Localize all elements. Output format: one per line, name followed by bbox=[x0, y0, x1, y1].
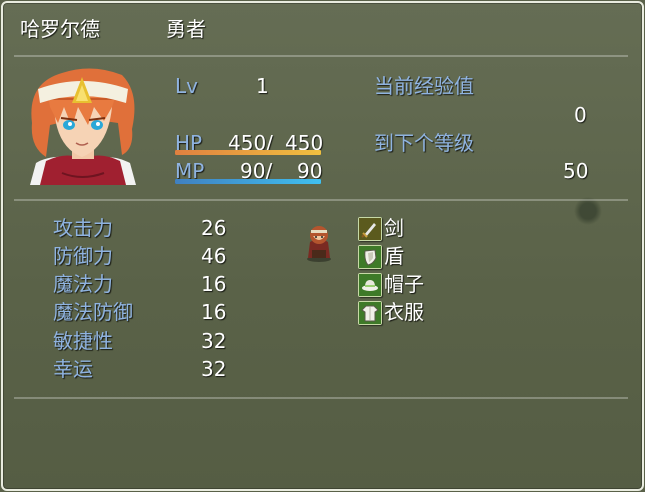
actor-class: 勇者 bbox=[166, 17, 206, 41]
sword-icon bbox=[358, 217, 382, 241]
divider-top bbox=[14, 55, 628, 57]
param-label: 幸运 bbox=[53, 357, 93, 381]
param-value: 32 bbox=[201, 357, 227, 381]
param-label: 防御力 bbox=[53, 244, 113, 268]
equip-item-name: 衣服 bbox=[384, 300, 424, 324]
actor-sprite bbox=[307, 226, 331, 262]
equip-item-name: 盾 bbox=[384, 244, 404, 268]
param-value: 46 bbox=[201, 244, 227, 268]
hp-gauge-fill bbox=[175, 150, 321, 155]
param-label: 敏捷性 bbox=[53, 329, 113, 353]
mp-gauge-fill bbox=[175, 179, 321, 184]
shield-icon bbox=[358, 245, 382, 269]
exp-current-value: 0 bbox=[574, 103, 587, 127]
param-label: 攻击力 bbox=[53, 216, 113, 240]
actor-name: 哈罗尔德 bbox=[20, 17, 100, 41]
equip-item-name: 剑 bbox=[384, 216, 404, 240]
divider-middle bbox=[14, 199, 628, 201]
param-value: 32 bbox=[201, 329, 227, 353]
param-label: 魔法防御 bbox=[53, 300, 133, 324]
clothes-icon bbox=[358, 301, 382, 325]
param-value: 26 bbox=[201, 216, 227, 240]
param-value: 16 bbox=[201, 300, 227, 324]
hat-icon bbox=[358, 273, 382, 297]
level-label: Lv bbox=[175, 74, 198, 98]
divider-bottom bbox=[14, 397, 628, 399]
exp-next-label: 到下个等级 bbox=[374, 131, 474, 155]
level-value: 1 bbox=[256, 74, 269, 98]
exp-current-label: 当前经验值 bbox=[374, 74, 474, 98]
param-label: 魔法力 bbox=[53, 272, 113, 296]
actor-portrait bbox=[30, 68, 136, 185]
param-value: 16 bbox=[201, 272, 227, 296]
equip-item-name: 帽子 bbox=[384, 272, 424, 296]
exp-next-value: 50 bbox=[563, 159, 589, 183]
